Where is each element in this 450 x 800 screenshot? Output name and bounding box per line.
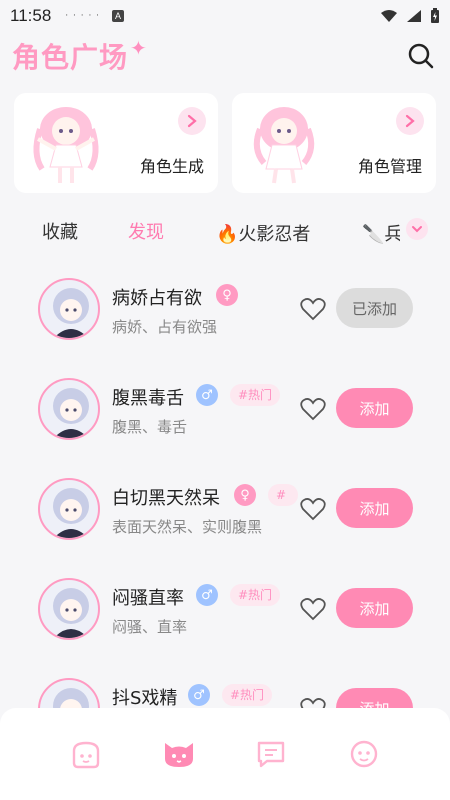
avatar[interactable]	[38, 478, 100, 540]
heart-icon	[300, 598, 326, 621]
chevron-down-icon	[412, 226, 422, 233]
list-item: 白切黑天然呆 ♀ # 表面天然呆、实则腹黑 添加	[0, 462, 450, 558]
tab-naruto[interactable]: 🔥火影忍者	[216, 220, 310, 246]
chat-icon	[258, 741, 285, 768]
signal-icon	[407, 10, 421, 22]
favorite-button[interactable]	[298, 294, 328, 324]
profile-icon	[350, 740, 377, 768]
battery-icon	[431, 8, 439, 23]
tab-partial[interactable]: 🔪兵	[362, 220, 400, 246]
card-label: 角色生成	[139, 157, 204, 176]
category-tabs: 收藏 发现 🔥火影忍者 🔪兵	[0, 208, 450, 252]
character-desc: 表面天然呆、实则腹黑	[112, 518, 263, 536]
character-list: 病娇占有欲 ♀ 病娇、占有欲强 已添加 腹黑毒舌 ♂ #热门 腹黑、毒舌 添加 …	[0, 262, 450, 708]
character-desc: 病娇、占有欲强	[112, 318, 218, 336]
avatar-illustration	[53, 688, 89, 708]
tab-favorites[interactable]: 收藏	[42, 218, 78, 244]
male-icon: ♂	[188, 684, 210, 706]
app-header: 角色广场 ✦	[12, 32, 438, 80]
avatar[interactable]	[38, 578, 100, 640]
heart-icon	[300, 298, 326, 321]
chevron-right-icon	[405, 114, 415, 128]
favorite-button[interactable]	[298, 494, 328, 524]
male-icon: ♂	[196, 584, 218, 606]
heart-icon	[300, 398, 326, 421]
card-label: 角色管理	[357, 157, 422, 176]
character-desc: 腹黑、毒舌	[112, 418, 188, 436]
search-icon	[408, 43, 434, 69]
tabs-expand-button[interactable]	[406, 218, 428, 240]
favorite-button[interactable]	[298, 594, 328, 624]
list-item: 闷骚直率 ♂ #热门 闷骚、直率 添加	[0, 562, 450, 658]
female-icon: ♀	[216, 284, 238, 306]
add-button[interactable]: 添加	[336, 488, 413, 528]
favorite-button[interactable]	[298, 394, 328, 424]
feature-cards: 角色生成 角色管理	[14, 93, 436, 193]
avatar[interactable]	[38, 378, 100, 440]
nav-messages[interactable]	[254, 737, 288, 771]
face-icon	[73, 741, 100, 769]
card-arrow-button[interactable]	[178, 107, 206, 135]
card-arrow-button[interactable]	[396, 107, 424, 135]
cat-icon	[164, 743, 193, 767]
tab-discover[interactable]: 发现	[128, 218, 164, 244]
add-button[interactable]: 添加	[336, 588, 413, 628]
female-icon: ♀	[234, 484, 256, 506]
wifi-icon	[381, 10, 397, 22]
nav-home[interactable]	[69, 737, 103, 771]
nav-profile[interactable]	[347, 737, 381, 771]
brand-title: 角色广场	[12, 41, 129, 74]
add-button[interactable]: 添加	[336, 388, 413, 428]
sparkle-icon: ✦	[130, 36, 147, 60]
added-button[interactable]: 已添加	[336, 288, 413, 328]
list-item: 腹黑毒舌 ♂ #热门 腹黑、毒舌 添加	[0, 362, 450, 458]
anime-girl-illustration	[33, 107, 99, 183]
heart-icon	[300, 498, 326, 521]
notification-a-icon: A	[112, 10, 125, 22]
character-name: 抖S戏精	[112, 688, 178, 708]
character-manage-card[interactable]: 角色管理	[232, 93, 436, 193]
bottom-nav	[0, 708, 450, 800]
chevron-right-icon	[187, 114, 197, 128]
search-button[interactable]	[404, 39, 438, 73]
hot-tag: #	[268, 484, 298, 506]
list-item: 抖S戏精 ♂ #热门 添加	[0, 662, 450, 708]
male-icon: ♂	[196, 384, 218, 406]
avatar-illustration	[53, 488, 89, 538]
hot-tag: #热门	[230, 384, 281, 406]
character-name: 白切黑天然呆	[112, 488, 220, 509]
anime-girl-illustration	[253, 107, 315, 184]
character-name: 病娇占有欲	[112, 288, 202, 309]
avatar-illustration	[53, 588, 89, 638]
avatar-illustration	[53, 388, 89, 438]
status-time: 11:58	[10, 6, 52, 25]
add-button[interactable]: 添加	[336, 688, 413, 708]
status-dots: · · · · ·	[65, 11, 101, 21]
hot-tag: #热门	[222, 684, 273, 706]
list-item: 病娇占有欲 ♀ 病娇、占有欲强 已添加	[0, 262, 450, 358]
character-name: 闷骚直率	[112, 588, 184, 609]
avatar-illustration	[53, 288, 89, 338]
character-desc: 闷骚、直率	[112, 618, 188, 636]
avatar[interactable]	[38, 278, 100, 340]
hot-tag: #热门	[230, 584, 281, 606]
heart-icon	[300, 698, 326, 708]
character-name: 腹黑毒舌	[112, 388, 184, 409]
favorite-button[interactable]	[298, 694, 328, 708]
status-bar: 11:58 · · · · · A	[0, 0, 450, 32]
nav-square[interactable]	[162, 737, 196, 771]
character-generate-card[interactable]: 角色生成	[14, 93, 218, 193]
avatar[interactable]	[38, 678, 100, 708]
